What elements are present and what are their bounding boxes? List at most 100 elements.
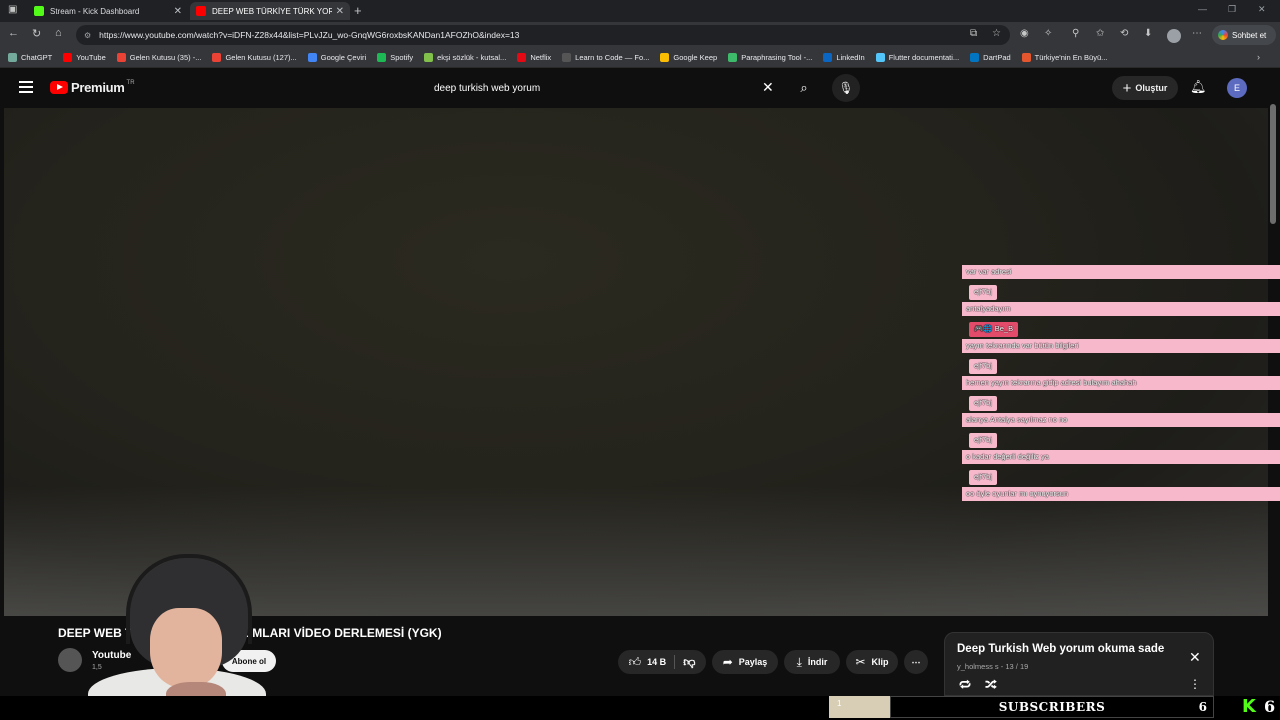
minimize-icon[interactable]: — [1198,4,1207,14]
plus-icon: + [1122,79,1132,97]
history-icon[interactable]: ⟲ [1120,28,1128,39]
chat-username: ejf7bj [969,396,997,411]
bookmark-star-icon[interactable]: ☆ [992,28,1001,39]
address-bar[interactable]: ⚙ https://www.youtube.com/watch?v=iDFN-Z… [76,25,1010,45]
like-count[interactable]: 14 B [647,657,666,667]
site-info-icon[interactable]: ⚙ [84,31,91,40]
kick-follower-count: 6 [1264,697,1276,716]
tab-kick-dashboard[interactable]: Stream - Kick Dashboard ✕ [28,2,188,20]
search-input[interactable]: deep turkish web yorum [424,76,786,100]
chat-username: ejf7bj [969,433,997,448]
clear-search-icon[interactable]: ✕ [762,79,774,96]
tab-youtube-video[interactable]: DEEP WEB TÜRKİYE TÜRK YORUM ✕ [190,2,350,20]
shuffle-icon[interactable]: 🔀︎ [985,677,997,694]
bookmark-item[interactable]: LinkedIn [823,53,865,62]
bookmark-label: Google Keep [673,53,718,62]
like-icon[interactable]: 👍︎ [629,655,642,670]
maximize-icon[interactable]: ❐ [1228,4,1236,15]
guide-menu-icon[interactable] [19,81,33,93]
bookmark-item[interactable]: Google Keep [660,53,717,62]
more-actions-button[interactable]: ⋯ [904,650,928,674]
clip-label: Klip [871,657,889,667]
window-close-icon[interactable]: ✕ [1258,4,1266,15]
bookmark-item[interactable]: Gelen Kutusu (127)... [212,53,297,62]
bookmark-item[interactable]: Gelen Kutusu (35) -... [116,53,201,62]
chat-message: oo öyle oyunlar mı oynuyorsun [962,487,1280,501]
youtube-header: Premium TR deep turkish web yorum ✕ ⌕ 🎙 … [0,68,1280,108]
bookmark-label: Paraphrasing Tool -... [741,53,813,62]
bookmark-item[interactable]: Google Çeviri [307,53,366,62]
puzzle-extension-icon[interactable]: ✧ [1044,28,1052,39]
bookmark-item[interactable]: Spotify [377,53,413,62]
bookmark-item[interactable]: Netflix [517,53,551,62]
bookmark-favicon-icon [728,53,738,62]
download-button[interactable]: ⤓ İndir [784,650,840,674]
browser-profile-avatar[interactable] [1167,29,1181,43]
bookmark-item[interactable]: YouTube [63,53,106,62]
kick-logo-icon: K [1242,696,1256,717]
search-value: deep turkish web yorum [434,82,541,94]
voice-search-button[interactable]: 🎙 [832,74,860,102]
cast-icon[interactable]: ⧉ [970,28,977,39]
home-icon[interactable]: ⌂ [55,27,62,39]
bookmark-item[interactable]: Paraphrasing Tool -... [728,53,812,62]
back-arrow-icon[interactable]: ← [8,27,19,39]
close-icon[interactable]: ✕ [336,6,344,17]
goal-label: SUBSCRIBERS [998,700,1106,714]
bookmark-item[interactable]: Learn to Code — Fo... [562,53,649,62]
subscriber-goal-bar: SUBSCRIBERS 6 [890,696,1214,718]
bookmark-item[interactable]: ekşi sözlük - kutsal... [424,53,506,62]
more-vert-icon[interactable]: ⋮ [1189,677,1201,691]
new-tab-plus-icon[interactable]: + [354,3,362,18]
chat-message: hemen yayın tekrarına gidip adresi bulay… [962,376,1280,390]
dislike-icon[interactable]: 👎︎ [683,655,695,670]
download-arrow-icon: ⤓ [796,654,802,669]
share-icon: ➦ [722,655,733,669]
bookmarks-bar: ChatGPT YouTube Gelen Kutusu (35) -... Gele… [0,48,1280,68]
close-icon[interactable]: ✕ [1189,649,1201,666]
bookmark-favicon-icon [1021,53,1031,62]
logo-region: TR [126,79,135,86]
menu-dots-icon[interactable]: ⋯ [1192,28,1202,39]
youtube-premium-logo[interactable]: Premium TR [50,80,135,95]
scrollbar-thumb[interactable] [1270,104,1276,224]
microphone-icon: 🎙 [838,81,854,95]
bookmark-item[interactable]: Flutter documentati... [875,53,959,62]
streamer-webcam [70,548,270,720]
chat-user-row: ejf7bj [962,281,1280,302]
loop-icon[interactable]: 🔁︎ [959,677,971,694]
tab-label: DEEP WEB TÜRKİYE TÜRK YORUM [212,6,332,16]
bookmark-favicon-icon [8,53,17,62]
bookmark-item[interactable]: DartPad [970,53,1011,62]
clip-button[interactable]: ✂ Klip [846,650,898,674]
bookmark-item[interactable]: ChatGPT [8,53,52,62]
download-label: İndir [807,657,828,667]
search-button[interactable]: ⌕ [786,76,822,100]
bookmark-item[interactable]: Türkiye'nin En Büyü... [1021,53,1107,62]
chat-username: ejf7bj [969,359,997,374]
headset-icon [126,554,252,644]
chat-message: alanya Antalya sayılmaz no no [962,413,1280,427]
translate-icon[interactable]: ⚲ [1072,28,1079,39]
account-avatar[interactable]: E [1227,78,1247,98]
browser-tab-strip: ▣ Stream - Kick Dashboard ✕ DEEP WEB TÜR… [0,0,1280,22]
bookmark-favicon-icon [660,53,670,62]
create-button[interactable]: + Oluştur [1112,76,1178,100]
bookmark-label: Spotify [390,53,414,62]
close-icon[interactable]: ✕ [174,6,182,17]
favorites-icon[interactable]: ✩ [1096,28,1104,39]
reload-icon[interactable]: ↻ [32,27,41,40]
share-button[interactable]: ➦ Paylaş [712,650,778,674]
chat-message: antalyadayım [962,302,1280,316]
bookmark-label: LinkedIn [836,53,865,62]
goal-current: 1 [837,699,842,708]
notifications-bell-icon[interactable]: 🔔︎ [1190,79,1207,95]
extension-icon[interactable]: ◉ [1020,28,1029,39]
download-icon[interactable]: ⬇ [1144,28,1152,39]
bookmark-label: DartPad [983,53,1011,62]
browser-toolbar: ← ↻ ⌂ ⚙ https://www.youtube.com/watch?v=… [0,22,1280,48]
gemini-chat-button[interactable]: Sohbet et [1212,25,1276,45]
tab-actions-icon[interactable]: ▣ [8,4,17,15]
playlist-title[interactable]: Deep Turkish Web yorum okuma sade [957,643,1164,655]
bookmarks-overflow-icon[interactable]: › [1257,52,1260,62]
